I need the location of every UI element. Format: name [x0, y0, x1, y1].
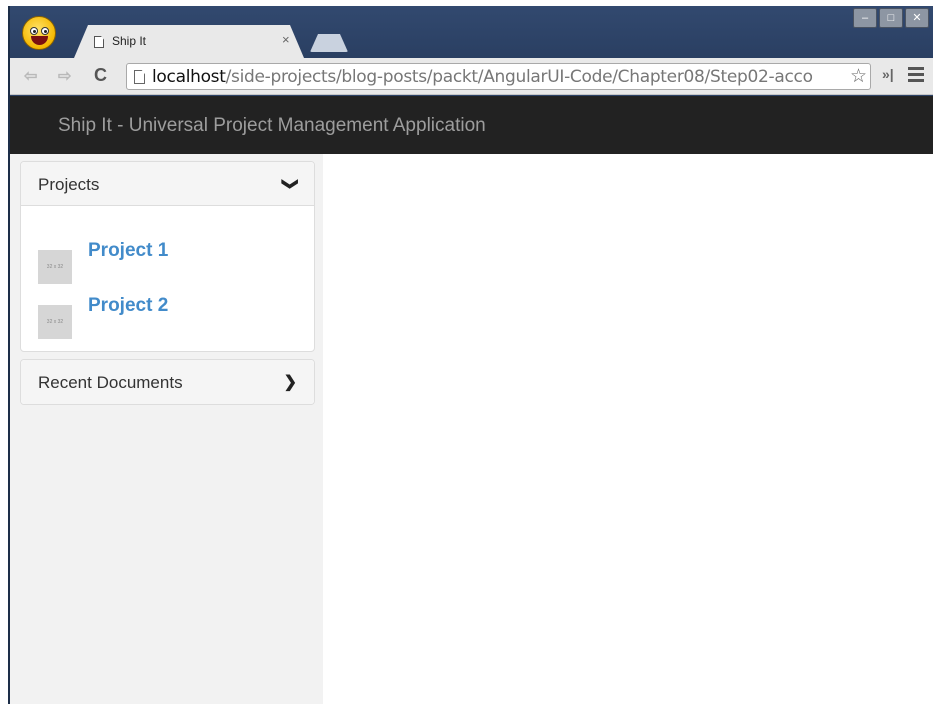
projects-panel: Projects ❯ 32 x 32 Project 1 32 x 32 Pro… [20, 161, 315, 352]
title-bar: Ship It × – □ ✕ [10, 6, 933, 58]
minimize-button[interactable]: – [853, 8, 877, 28]
new-tab-button[interactable] [310, 34, 348, 52]
browser-window: Ship It × – □ ✕ ⇦ ⇨ C localhost/side-pro… [8, 6, 933, 704]
project-1-link[interactable]: Project 1 [88, 240, 168, 262]
chevron-right-icon[interactable]: ❯ [284, 372, 297, 392]
url-text: localhost/side-projects/blog-posts/packt… [152, 67, 813, 87]
reload-icon[interactable]: C [94, 65, 107, 86]
recent-documents-panel-heading[interactable]: Recent Documents ❯ [21, 360, 314, 404]
project-thumbnail: 32 x 32 [38, 305, 72, 339]
page-content: Projects ❯ 32 x 32 Project 1 32 x 32 Pro… [10, 154, 933, 704]
project-2-link[interactable]: Project 2 [88, 295, 168, 317]
bookmark-star-icon[interactable]: ☆ [849, 65, 867, 88]
maximize-button[interactable]: □ [879, 8, 903, 28]
sidebar: Projects ❯ 32 x 32 Project 1 32 x 32 Pro… [10, 154, 323, 704]
close-window-button[interactable]: ✕ [905, 8, 929, 28]
back-arrow-icon[interactable]: ⇦ [24, 66, 37, 86]
address-bar[interactable]: localhost/side-projects/blog-posts/packt… [126, 63, 871, 90]
projects-panel-heading[interactable]: Projects ❯ [21, 162, 314, 206]
chevron-down-icon[interactable]: ❯ [280, 177, 300, 190]
extensions-icon[interactable]: »| [882, 66, 894, 82]
recent-documents-panel: Recent Documents ❯ [20, 359, 315, 405]
forward-arrow-icon[interactable]: ⇨ [58, 66, 71, 86]
app-navbar: Ship It - Universal Project Management A… [10, 96, 933, 154]
navbar-brand[interactable]: Ship It - Universal Project Management A… [58, 115, 486, 137]
project-thumbnail: 32 x 32 [38, 250, 72, 284]
tab-close-icon[interactable]: × [282, 32, 290, 47]
url-path: /side-projects/blog-posts/packt/AngularU… [225, 67, 813, 87]
tab-ship-it[interactable] [74, 25, 304, 58]
recent-documents-panel-title[interactable]: Recent Documents [38, 373, 183, 393]
window-controls: – □ ✕ [853, 8, 929, 28]
page-icon [134, 70, 145, 84]
projects-panel-body: 32 x 32 Project 1 32 x 32 Project 2 [21, 206, 314, 351]
menu-icon[interactable] [908, 67, 924, 83]
projects-panel-title[interactable]: Projects [38, 175, 99, 195]
url-host: localhost [152, 67, 226, 87]
tab-title: Ship It [112, 34, 147, 48]
smiley-logo-icon [22, 16, 56, 50]
browser-toolbar: ⇦ ⇨ C localhost/side-projects/blog-posts… [10, 58, 933, 95]
